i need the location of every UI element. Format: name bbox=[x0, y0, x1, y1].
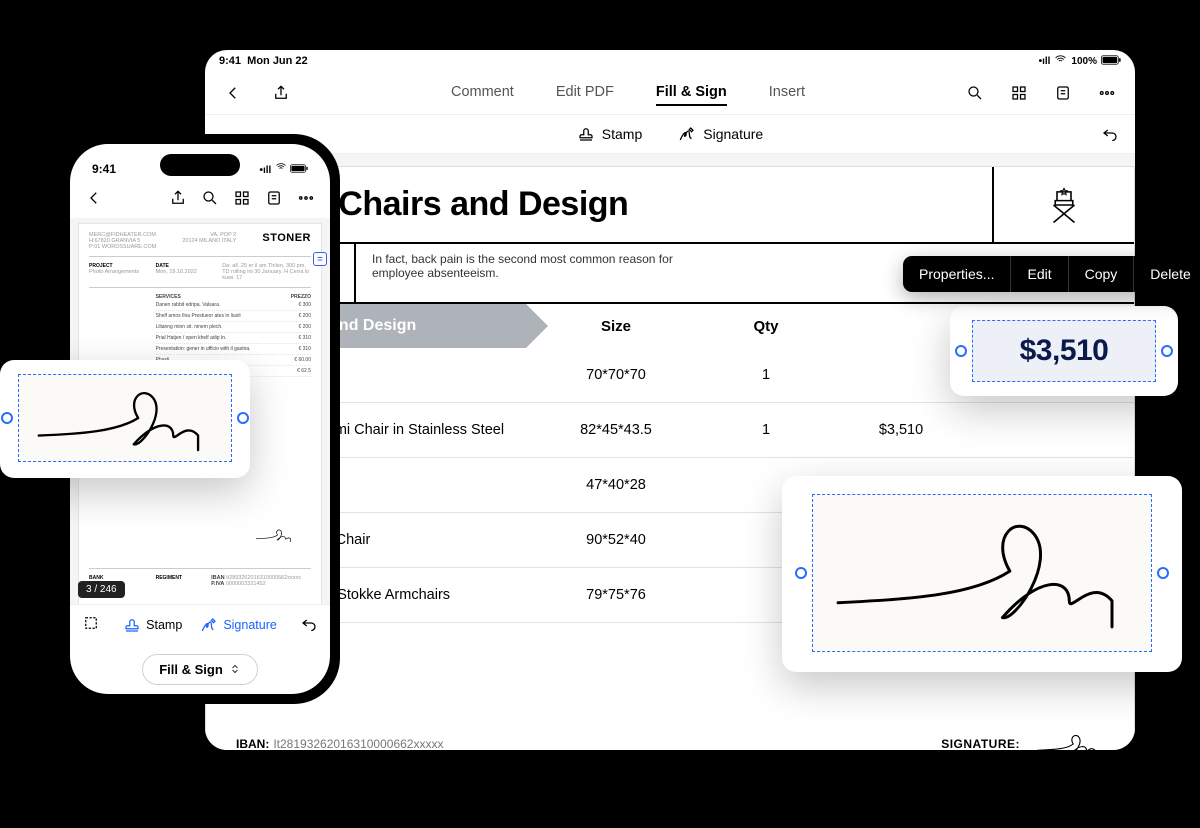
tab-fill-sign[interactable]: Fill & Sign bbox=[656, 80, 727, 106]
signature-selection-large[interactable] bbox=[782, 476, 1182, 672]
undo-button[interactable] bbox=[300, 614, 318, 635]
battery-icon bbox=[290, 165, 308, 176]
tablet-status-bar: 9:41 Mon Jun 22 •ıll 100% bbox=[205, 50, 1135, 72]
resize-handle-left[interactable] bbox=[955, 345, 967, 357]
share-button[interactable] bbox=[267, 79, 295, 107]
col-size: Size bbox=[526, 304, 706, 348]
invoice-brand: STONER bbox=[262, 232, 311, 244]
resize-handle-right[interactable] bbox=[1157, 567, 1169, 579]
undo-button[interactable] bbox=[1101, 124, 1119, 145]
doc-logo bbox=[994, 167, 1134, 242]
share-button[interactable] bbox=[166, 186, 190, 210]
iban-line: IBAN:It28193262016310000662xxxxx bbox=[236, 737, 443, 750]
ctx-edit[interactable]: Edit bbox=[1011, 256, 1068, 292]
phone-status-time: 9:41 bbox=[92, 162, 116, 176]
phone-notch bbox=[160, 154, 240, 176]
resize-handle-left[interactable] bbox=[795, 567, 807, 579]
cellular-icon: •ıll bbox=[1039, 56, 1051, 67]
tablet-nav-bar: Comment Edit PDF Fill & Sign Insert bbox=[205, 72, 1135, 114]
signature-label: SIGNATURE: bbox=[941, 737, 1020, 750]
crop-tool[interactable] bbox=[82, 614, 100, 635]
context-menu: Properties... Edit Copy Delete bbox=[903, 256, 1200, 292]
more-button[interactable] bbox=[294, 186, 318, 210]
grid-view-button[interactable] bbox=[1005, 79, 1033, 107]
tab-insert[interactable]: Insert bbox=[769, 80, 805, 106]
doc-title: Office Chairs and Design bbox=[236, 185, 962, 224]
stamp-tool[interactable]: Stamp bbox=[123, 616, 182, 634]
more-button[interactable] bbox=[1093, 79, 1121, 107]
page-indicator: 3 / 246 bbox=[78, 581, 125, 598]
doc-blurb: In fact, back pain is the second most co… bbox=[356, 244, 716, 302]
back-button[interactable] bbox=[219, 79, 247, 107]
outline-button[interactable] bbox=[1049, 79, 1077, 107]
ctx-copy[interactable]: Copy bbox=[1069, 256, 1135, 292]
cellular-icon: •ıll bbox=[259, 165, 271, 176]
stamp-label: Stamp bbox=[146, 618, 182, 632]
search-button[interactable] bbox=[961, 79, 989, 107]
signature-glyph bbox=[1034, 729, 1104, 750]
ctx-properties[interactable]: Properties... bbox=[903, 256, 1011, 292]
tab-edit-pdf[interactable]: Edit PDF bbox=[556, 80, 614, 106]
wifi-icon bbox=[1054, 53, 1067, 69]
outline-button[interactable] bbox=[262, 186, 286, 210]
signature-selection-small[interactable] bbox=[0, 360, 250, 478]
mode-selector-button[interactable]: Fill & Sign bbox=[142, 654, 258, 685]
signature-glyph bbox=[822, 508, 1142, 638]
battery-icon bbox=[1101, 55, 1121, 68]
mode-selector-area: Fill & Sign bbox=[70, 644, 330, 694]
grid-view-button[interactable] bbox=[230, 186, 254, 210]
resize-handle-left[interactable] bbox=[1, 412, 13, 424]
col-qty: Qty bbox=[706, 304, 826, 348]
table-row[interactable]: Ghidini 1961 Miami Chair in Stainless St… bbox=[206, 403, 1134, 458]
status-time: 9:41 bbox=[219, 55, 241, 67]
signature-tool[interactable]: Signature bbox=[678, 125, 763, 143]
signature-block: SIGNATURE: bbox=[941, 729, 1104, 750]
wifi-icon bbox=[275, 165, 287, 176]
phone-nav-bar bbox=[70, 178, 330, 218]
phone-signature-glyph bbox=[254, 525, 296, 547]
resize-handle-right[interactable] bbox=[237, 412, 249, 424]
price-value: $3,510 bbox=[1020, 334, 1109, 368]
stamp-tool[interactable]: Stamp bbox=[577, 125, 642, 143]
signature-label: Signature bbox=[703, 126, 763, 142]
back-button[interactable] bbox=[82, 186, 106, 210]
signature-tool[interactable]: Signature bbox=[200, 616, 277, 634]
resize-handle-right[interactable] bbox=[1161, 345, 1173, 357]
fill-sign-toolbar: Stamp Signature bbox=[205, 114, 1135, 154]
battery-percent: 100% bbox=[1071, 56, 1097, 67]
ctx-delete[interactable]: Delete bbox=[1134, 256, 1200, 292]
signature-glyph bbox=[30, 379, 220, 457]
annotation-indicator[interactable]: = bbox=[313, 252, 327, 266]
signature-label: Signature bbox=[223, 618, 277, 632]
search-button[interactable] bbox=[198, 186, 222, 210]
tab-comment[interactable]: Comment bbox=[451, 80, 514, 106]
phone-fill-sign-toolbar: Stamp Signature bbox=[70, 604, 330, 644]
status-date: Mon Jun 22 bbox=[247, 55, 308, 67]
price-selection[interactable]: $3,510 bbox=[950, 306, 1178, 396]
stamp-label: Stamp bbox=[602, 126, 642, 142]
